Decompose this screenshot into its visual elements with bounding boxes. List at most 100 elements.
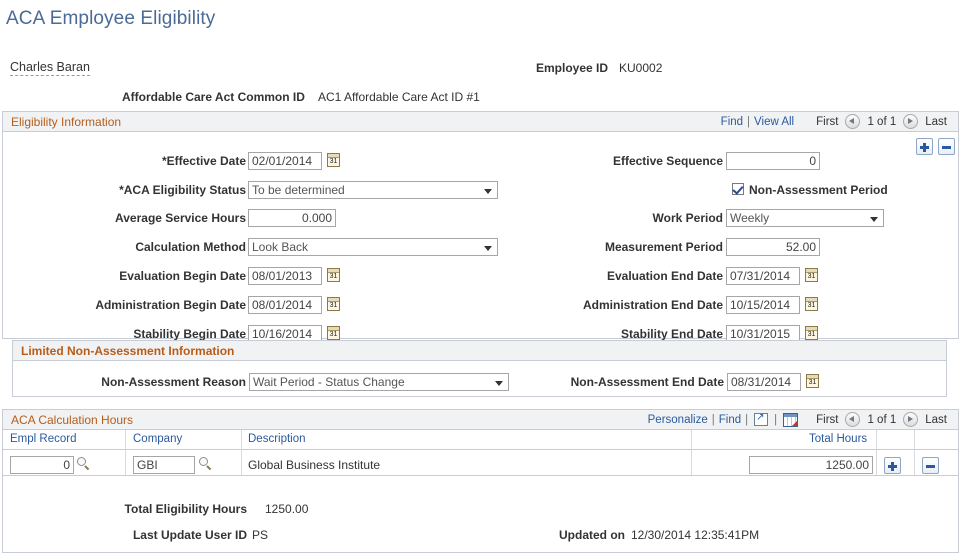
expand-icon[interactable]	[754, 411, 769, 426]
calendar-icon[interactable]: 31	[327, 153, 340, 167]
calendar-icon-day: 31	[807, 302, 816, 309]
aca-calculation-hours-panel: ACA Calculation Hours Personalize | Find…	[2, 409, 959, 553]
description-value: Global Business Institute	[248, 458, 381, 472]
company-lookup-icon[interactable]	[199, 457, 213, 471]
toolbar-separator: |	[711, 413, 715, 426]
toolbar-separator: |	[774, 413, 778, 426]
grid-last-label[interactable]: Last	[925, 414, 947, 426]
eligibility-information-header: Eligibility Information Find | View All …	[3, 112, 958, 132]
administration-end-date-label: Administration End Date	[582, 298, 723, 312]
page-title: ACA Employee Eligibility	[6, 8, 216, 29]
empl-record-lookup-icon[interactable]	[77, 457, 91, 471]
grid-row-bottom-divider	[3, 475, 958, 476]
column-header-description[interactable]: Description	[248, 433, 306, 445]
measurement-period-input[interactable]: 52.00	[726, 238, 820, 256]
stability-begin-date-label: Stability Begin Date	[133, 327, 246, 341]
limited-non-assessment-title: Limited Non-Assessment Information	[21, 344, 235, 358]
total-eligibility-hours-value: 1250.00	[265, 502, 309, 516]
column-header-company[interactable]: Company	[133, 433, 182, 445]
aca-calculation-hours-header: ACA Calculation Hours Personalize | Find…	[3, 410, 958, 430]
work-period-select[interactable]: Weekly	[726, 209, 884, 227]
column-divider	[914, 430, 915, 475]
updated-on-value: 12/30/2014 12:35:41PM	[631, 528, 760, 542]
calendar-icon-day: 31	[807, 273, 816, 280]
magnifier-handle	[84, 465, 90, 471]
personalize-link[interactable]: Personalize	[648, 414, 708, 426]
calendar-icon[interactable]: 31	[806, 374, 819, 388]
eligibility-nav-separator: |	[747, 115, 751, 128]
eligibility-find-link[interactable]: Find	[721, 116, 743, 128]
calculation-method-select[interactable]: Look Back	[248, 238, 498, 256]
average-service-hours-input[interactable]: 0.000	[248, 209, 336, 227]
calendar-icon-day: 31	[329, 158, 338, 165]
employee-id-label: Employee ID	[536, 61, 609, 75]
aca-eligibility-status-label: *ACA Eligibility Status	[119, 183, 246, 197]
last-update-user-id-label: Last Update User ID	[132, 528, 247, 542]
non-assessment-reason-select[interactable]: Wait Period - Status Change	[249, 373, 509, 391]
company-input[interactable]: GBI	[133, 456, 195, 474]
grid-first-label[interactable]: First	[816, 414, 838, 426]
non-assessment-reason-label: Non-Assessment Reason	[101, 375, 246, 389]
aca-common-id-value: AC1	[318, 90, 342, 104]
grid-add-row-button[interactable]	[884, 457, 901, 474]
chevron-down-icon	[870, 217, 878, 222]
calendar-icon-day: 31	[329, 331, 338, 338]
eligibility-previous-row-icon[interactable]	[845, 114, 861, 129]
aca-common-id-description: Affordable Care Act ID #1	[344, 90, 480, 104]
effective-date-label: *Effective Date	[161, 154, 246, 168]
grid-row-counter: 1 of 1	[867, 413, 897, 426]
aca-eligibility-status-value: To be determined	[252, 183, 345, 197]
grid-delete-row-button[interactable]	[922, 457, 939, 474]
calendar-icon[interactable]: 31	[805, 268, 818, 282]
calendar-icon[interactable]: 31	[805, 297, 818, 311]
calendar-icon[interactable]: 31	[327, 326, 340, 340]
column-header-empl-record[interactable]: Empl Record	[10, 433, 76, 445]
evaluation-begin-date-label: Evaluation Begin Date	[119, 269, 246, 283]
calculation-method-value: Look Back	[252, 240, 309, 254]
limited-non-assessment-panel: Limited Non-Assessment Information Non-A…	[12, 340, 947, 397]
calendar-icon[interactable]: 31	[805, 326, 818, 340]
effective-date-input[interactable]: 02/01/2014	[248, 152, 322, 170]
grid-next-row-icon[interactable]	[903, 412, 919, 427]
non-assessment-period-label: Non-Assessment Period	[749, 183, 888, 197]
calendar-icon[interactable]: 31	[327, 297, 340, 311]
grid-find-link[interactable]: Find	[719, 414, 741, 426]
eligibility-delete-row-button[interactable]	[938, 138, 955, 155]
last-update-user-id-value: PS	[252, 528, 269, 542]
chevron-down-icon	[484, 246, 492, 251]
grid-previous-row-icon[interactable]	[845, 412, 861, 427]
average-service-hours-label: Average Service Hours	[115, 211, 246, 225]
download-to-excel-icon[interactable]	[783, 412, 799, 427]
eligibility-first-label[interactable]: First	[816, 116, 838, 128]
calendar-icon[interactable]: 31	[327, 268, 340, 282]
evaluation-end-date-label: Evaluation End Date	[606, 269, 723, 283]
effective-sequence-label: Effective Sequence	[612, 154, 723, 168]
column-divider	[241, 430, 242, 475]
aca-eligibility-status-select[interactable]: To be determined	[248, 181, 498, 199]
column-divider	[876, 430, 877, 475]
empl-record-input[interactable]: 0	[10, 456, 74, 474]
non-assessment-end-date-input[interactable]: 08/31/2014	[727, 373, 801, 391]
evaluation-end-date-input[interactable]: 07/31/2014	[726, 267, 800, 285]
aca-calculation-hours-title: ACA Calculation Hours	[11, 413, 134, 427]
column-divider	[125, 430, 126, 475]
eligibility-view-all-link[interactable]: View All	[754, 116, 794, 128]
total-hours-input[interactable]: 1250.00	[749, 456, 873, 474]
administration-begin-date-input[interactable]: 08/01/2014	[248, 296, 322, 314]
employee-id-value: KU0002	[619, 61, 663, 75]
employee-name-link[interactable]: Charles Baran	[10, 60, 90, 76]
non-assessment-period-checkbox[interactable]	[732, 183, 744, 195]
eligibility-last-label[interactable]: Last	[925, 116, 947, 128]
eligibility-next-row-icon[interactable]	[903, 114, 919, 129]
eligibility-nav-strip: Find | View All First 1 of 1 Last	[721, 114, 952, 129]
work-period-value: Weekly	[730, 211, 770, 225]
work-period-label: Work Period	[652, 211, 723, 225]
evaluation-begin-date-input[interactable]: 08/01/2013	[248, 267, 322, 285]
non-assessment-reason-value: Wait Period - Status Change	[253, 375, 405, 389]
column-header-total-hours[interactable]: Total Hours	[809, 433, 867, 445]
eligibility-information-title: Eligibility Information	[11, 115, 122, 129]
effective-sequence-input[interactable]: 0	[726, 152, 820, 170]
eligibility-add-row-button[interactable]	[916, 138, 933, 155]
eligibility-row-counter: 1 of 1	[867, 115, 897, 128]
administration-end-date-input[interactable]: 10/15/2014	[726, 296, 800, 314]
